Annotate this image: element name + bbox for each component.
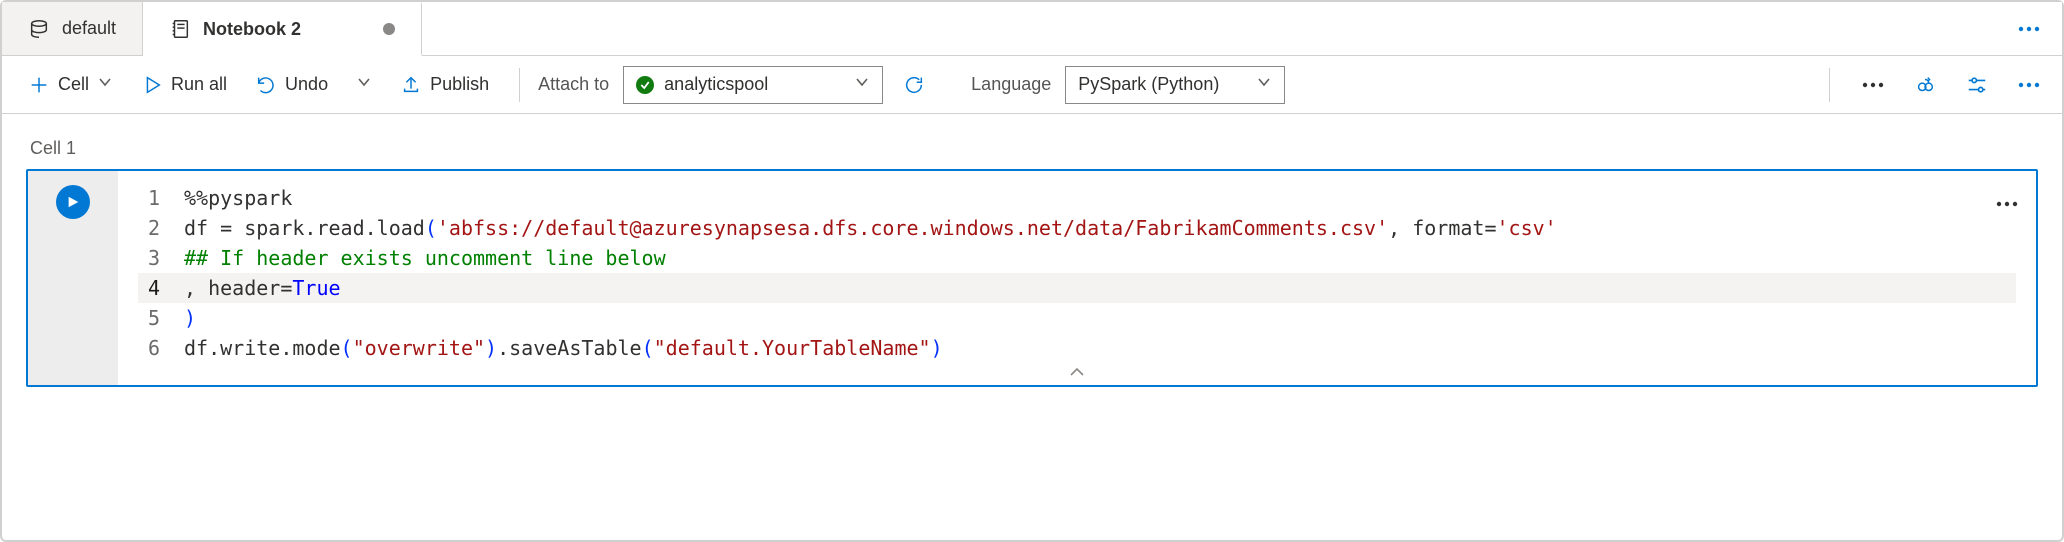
separator <box>1829 68 1830 102</box>
code-editor[interactable]: 1%%pyspark2df = spark.read.load('abfss:/… <box>118 171 2036 385</box>
undo-dropdown-button[interactable] <box>344 68 384 101</box>
database-icon <box>28 18 50 40</box>
add-cell-label: Cell <box>58 74 89 95</box>
publish-label: Publish <box>430 74 489 95</box>
language-dropdown[interactable]: PySpark (Python) <box>1065 66 1285 104</box>
unsaved-changes-icon <box>383 23 395 35</box>
add-cell-button[interactable]: Cell <box>16 68 125 102</box>
undo-button[interactable]: Undo <box>243 68 340 102</box>
bug-icon <box>1914 74 1936 96</box>
chevron-down-icon <box>854 74 870 95</box>
tab-default[interactable]: default <box>2 2 143 55</box>
publish-icon <box>400 74 422 96</box>
line-number: 6 <box>138 333 184 363</box>
chevron-down-icon <box>356 74 372 95</box>
run-all-label: Run all <box>171 74 227 95</box>
code-content[interactable]: ## If header exists uncomment line below <box>184 243 666 273</box>
refresh-icon <box>903 74 925 96</box>
tab-label: Notebook 2 <box>203 19 301 40</box>
separator <box>519 68 520 102</box>
more-button[interactable] <box>1850 76 1896 94</box>
line-number: 1 <box>138 183 184 213</box>
toolbar: Cell Run all Undo Publish Attach to <box>2 56 2062 114</box>
undo-icon <box>255 74 277 96</box>
cell-label: Cell 1 <box>30 138 2034 159</box>
code-line[interactable]: 6df.write.mode("overwrite").saveAsTable(… <box>138 333 2016 363</box>
variables-button[interactable] <box>1902 68 1948 102</box>
line-number: 5 <box>138 303 184 333</box>
notebook-icon <box>169 18 191 40</box>
line-number: 2 <box>138 213 184 243</box>
code-line[interactable]: 3## If header exists uncomment line belo… <box>138 243 2016 273</box>
code-line[interactable]: 1%%pyspark <box>138 183 2016 213</box>
overflow-button[interactable] <box>2006 76 2052 94</box>
settings-button[interactable] <box>1954 68 2000 102</box>
code-line[interactable]: 2df = spark.read.load('abfss://default@a… <box>138 213 2016 243</box>
code-line[interactable]: 4, header=True <box>138 273 2016 303</box>
code-content[interactable]: ) <box>184 303 196 333</box>
chevron-down-icon <box>97 74 113 95</box>
play-icon <box>141 74 163 96</box>
publish-button[interactable]: Publish <box>388 68 501 102</box>
undo-label: Undo <box>285 74 328 95</box>
notebook-body: Cell 1 1%%pyspark2df = spark.read.load('… <box>2 114 2062 393</box>
line-number: 3 <box>138 243 184 273</box>
plus-icon <box>28 74 50 96</box>
run-all-button[interactable]: Run all <box>129 68 239 102</box>
status-ok-icon <box>636 76 654 94</box>
sliders-icon <box>1966 74 1988 96</box>
cell-more-button[interactable] <box>1996 185 2018 215</box>
attach-to-value: analyticspool <box>664 74 768 95</box>
attach-to-label: Attach to <box>538 74 609 95</box>
refresh-button[interactable] <box>895 68 933 102</box>
code-content[interactable]: df.write.mode("overwrite").saveAsTable("… <box>184 333 943 363</box>
code-line[interactable]: 5) <box>138 303 2016 333</box>
code-content[interactable]: df = spark.read.load('abfss://default@az… <box>184 213 1557 243</box>
tab-notebook[interactable]: Notebook 2 <box>143 2 422 56</box>
attach-to-dropdown[interactable]: analyticspool <box>623 66 883 104</box>
tab-label: default <box>62 18 116 39</box>
language-value: PySpark (Python) <box>1078 74 1219 95</box>
line-number: 4 <box>138 273 184 303</box>
cell-collapse-handle[interactable] <box>138 363 2016 381</box>
language-label: Language <box>971 74 1051 95</box>
tab-overflow-button[interactable] <box>1996 2 2062 55</box>
chevron-down-icon <box>1256 74 1272 95</box>
code-content[interactable]: , header=True <box>184 273 341 303</box>
code-cell[interactable]: 1%%pyspark2df = spark.read.load('abfss:/… <box>26 169 2038 387</box>
tab-strip: default Notebook 2 <box>2 2 2062 56</box>
run-cell-button[interactable] <box>56 185 90 219</box>
cell-gutter <box>28 171 118 385</box>
code-content[interactable]: %%pyspark <box>184 183 292 213</box>
